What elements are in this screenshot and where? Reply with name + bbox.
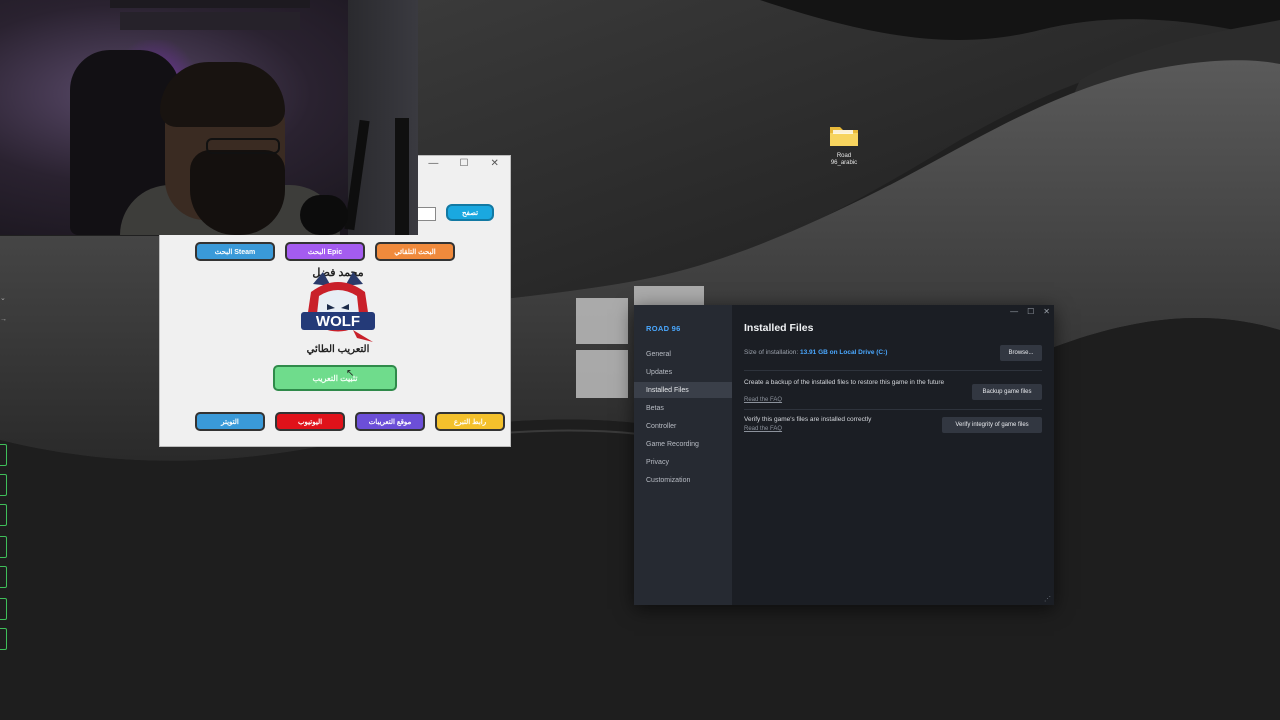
translations-site-button[interactable]: موقع التعريبات [355,412,425,431]
twitter-button[interactable]: التويتر [195,412,265,431]
nav-controller[interactable]: Controller [634,418,732,434]
desktop-folder[interactable]: Road 96_arabic [826,124,862,167]
strip-item[interactable] [0,598,7,620]
backup-description: Create a backup of the installed files t… [744,379,945,386]
backup-faq-link[interactable]: Read the FAQ [744,397,782,403]
mic-stand [395,118,409,235]
maximize-icon[interactable]: ☐ [454,158,474,169]
auto-search-button[interactable]: البحث التلقائي [375,242,455,261]
browse-button[interactable]: تصفح [446,204,494,221]
strip-item[interactable] [0,536,7,558]
mouse-cursor-icon: ↖ [346,368,355,379]
wolf-logo: WOLF [301,272,375,342]
minimize-icon[interactable]: — [423,158,443,169]
nav-betas[interactable]: Betas [634,400,732,416]
minimize-icon[interactable]: — [1010,307,1018,316]
strip-item[interactable] [0,444,7,466]
folder-label: Road 96_arabic [830,153,858,166]
install-translation-button[interactable]: تثبيت التعريب [273,365,397,391]
webcam-shelf [120,12,300,30]
epic-search-button[interactable]: البحث Epic [285,242,365,261]
page-title: Installed Files [744,322,814,334]
verify-integrity-button[interactable]: Verify integrity of game files [942,417,1042,433]
install-size-label: Size of installation: [744,349,799,356]
nav-game-recording[interactable]: Game Recording [634,436,732,452]
windows-logo-tile [634,286,704,306]
strip-item[interactable] [0,504,7,526]
glasses [206,138,280,154]
browse-files-button[interactable]: Browse... [1000,345,1042,361]
nav-customization[interactable]: Customization [634,472,732,488]
youtube-button[interactable]: اليوتيوب [275,412,345,431]
arrow-right-icon[interactable]: → [0,316,7,323]
donate-link-button[interactable]: رابط التبرع [435,412,505,431]
webcam-overlay [0,0,418,235]
close-icon[interactable]: ✕ [485,158,505,169]
tool-window-controls: — ☐ ✕ [418,156,510,170]
strip-item[interactable] [0,628,7,650]
nav-updates[interactable]: Updates [634,364,732,380]
webcam-shelf [110,0,310,8]
divider [744,370,1042,371]
steam-properties-window: ROAD 96 General Updates Installed Files … [634,305,1054,605]
logo-word: WOLF [316,313,360,330]
nav-general[interactable]: General [634,346,732,362]
chevron-down-icon[interactable]: ⌄ [0,294,6,302]
maximize-icon[interactable]: ☐ [1027,307,1034,316]
verify-faq-link[interactable]: Read the FAQ [744,426,782,432]
backup-game-files-button[interactable]: Backup game files [972,384,1042,400]
game-title: ROAD 96 [646,324,681,333]
webcam-person-hair [160,62,285,127]
resize-grip-icon[interactable]: ⋰ [1044,595,1051,603]
strip-item[interactable] [0,566,7,588]
steam-window-controls: — ☐ ✕ [1010,307,1050,316]
install-size-value: 13.91 GB on Local Drive (C:) [800,349,888,356]
close-icon[interactable]: ✕ [1043,307,1050,316]
nav-privacy[interactable]: Privacy [634,454,732,470]
folder-icon [830,127,858,146]
steam-search-button[interactable]: البحث Steam [195,242,275,261]
steam-sidebar: ROAD 96 General Updates Installed Files … [634,305,732,605]
windows-logo-tile [576,298,628,344]
verify-description: Verify this game's files are installed c… [744,416,872,423]
windows-logo-tile [576,350,628,398]
webcam-person-beard [190,150,285,235]
nav-installed-files[interactable]: Installed Files [634,382,732,398]
left-app-strip: ⌄ → [0,288,12,650]
install-size: Size of installation: 13.91 GB on Local … [744,349,887,356]
logo-subtitle-text: التعريب الطائي [306,344,370,355]
microphone [300,195,348,235]
strip-item[interactable] [0,474,7,496]
divider [744,409,1042,410]
